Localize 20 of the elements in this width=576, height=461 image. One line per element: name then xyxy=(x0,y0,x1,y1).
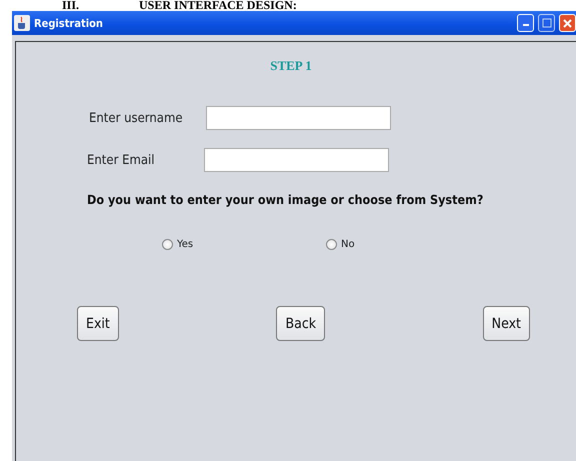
step-title: STEP 1 xyxy=(270,58,312,74)
section-heading: USER INTERFACE DESIGN: xyxy=(139,0,297,11)
close-button[interactable] xyxy=(559,14,576,32)
cup-icon xyxy=(14,15,30,31)
minimize-button[interactable] xyxy=(517,14,534,32)
field-label: Enter username xyxy=(89,110,184,126)
maximize-icon xyxy=(542,18,552,28)
section-number: III. xyxy=(62,0,80,11)
text-field[interactable] xyxy=(206,106,391,130)
nav-button[interactable]: Exit xyxy=(77,306,119,341)
close-icon xyxy=(563,18,572,28)
question-text: Do you want to enter your own image or choose from System? xyxy=(87,192,484,207)
radio-option[interactable]: No xyxy=(326,239,376,250)
nav-button[interactable]: Next xyxy=(482,306,530,341)
field-label: Enter Email xyxy=(87,152,156,168)
maximize-button[interactable] xyxy=(538,14,555,32)
window-title: Registration xyxy=(34,16,104,30)
radio-option[interactable]: Yes xyxy=(162,239,212,250)
text-field[interactable] xyxy=(204,148,389,172)
nav-button[interactable]: Back xyxy=(276,306,326,341)
